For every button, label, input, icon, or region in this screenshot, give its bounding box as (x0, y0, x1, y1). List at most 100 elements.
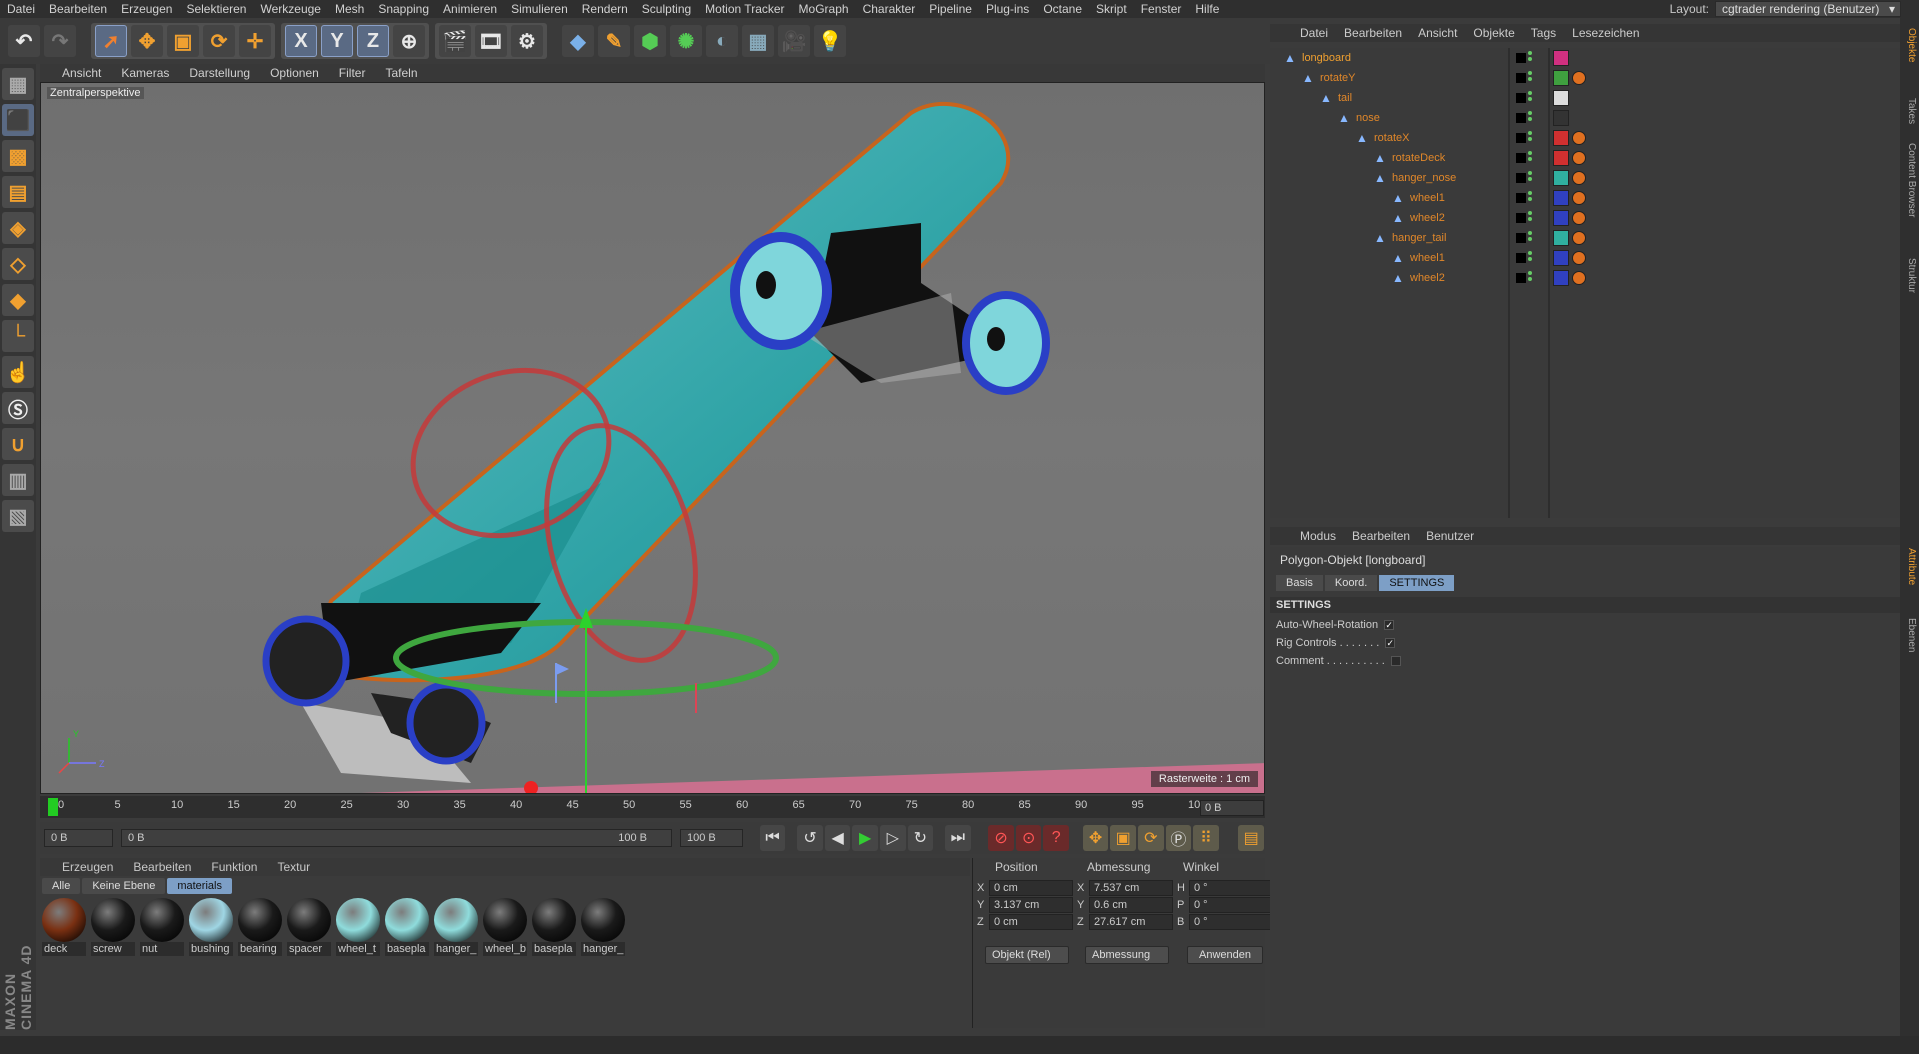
object-row[interactable]: ▲ longboard (1270, 48, 1900, 68)
material-item[interactable]: screw (91, 898, 135, 956)
viewport[interactable]: Y Z Zentralperspektive Rasterweite : 1 c… (40, 82, 1265, 794)
tweak-mode-icon[interactable]: ☝ (2, 356, 34, 388)
coordinate-system-icon[interactable]: ⊕ (393, 25, 425, 57)
layer-color-swatch[interactable] (1516, 93, 1526, 103)
next-keyframe-icon[interactable]: ↻ (907, 825, 934, 851)
redo-icon[interactable]: ↷ (44, 25, 76, 57)
material-item[interactable]: basepla (385, 898, 429, 956)
pen-icon[interactable]: ✎ (598, 25, 630, 57)
material-menu-textur[interactable]: Textur (267, 860, 320, 874)
object-menu-datei[interactable]: Datei (1292, 26, 1336, 40)
layer-color-swatch[interactable] (1516, 273, 1526, 283)
start-frame-field[interactable]: 0 B (44, 829, 113, 847)
material-tag[interactable] (1553, 90, 1569, 106)
play-icon[interactable]: ▶ (852, 825, 878, 851)
menu-selektieren[interactable]: Selektieren (179, 0, 253, 18)
material-item[interactable]: bushing (189, 898, 233, 956)
timeline-ruler[interactable]: 0 5 10 15 20 25 30 35 40 45 50 55 60 65 70 75 80 85 90 95 10… (40, 796, 1265, 818)
material-preview[interactable] (238, 898, 282, 942)
object-menu-lesezeichen[interactable]: Lesezeichen (1564, 26, 1647, 40)
layer-color-swatch[interactable] (1516, 53, 1526, 63)
right-tab-ebenen[interactable]: Ebenen (1902, 618, 1917, 652)
visibility-toggle[interactable] (1528, 231, 1534, 245)
material-tag[interactable] (1553, 150, 1569, 166)
next-frame-icon[interactable]: ▷ (879, 825, 906, 851)
material-preview[interactable] (91, 898, 135, 942)
keyframe-selection-icon[interactable]: ? (1043, 825, 1070, 851)
material-tab-keine-ebene[interactable]: Keine Ebene (82, 878, 166, 894)
layout-select[interactable]: cgtrader rendering (Benutzer) (1715, 1, 1901, 17)
visibility-toggle[interactable] (1528, 91, 1534, 105)
visibility-toggle[interactable] (1528, 131, 1534, 145)
material-item[interactable]: hanger_ (581, 898, 625, 956)
material-preview[interactable] (189, 898, 233, 942)
menu-motion-tracker[interactable]: Motion Tracker (698, 0, 791, 18)
material-menu-funktion[interactable]: Funktion (201, 860, 267, 874)
menu-erzeugen[interactable]: Erzeugen (114, 0, 179, 18)
object-row[interactable]: ▲ nose (1270, 108, 1900, 128)
object-row[interactable]: ▲ tail (1270, 88, 1900, 108)
apply-button[interactable]: Anwenden (1187, 946, 1263, 964)
attribute-checkbox[interactable]: ✓ (1385, 638, 1396, 648)
menu-snapping[interactable]: Snapping (371, 0, 436, 18)
material-tag[interactable] (1553, 230, 1569, 246)
render-picture-viewer-icon[interactable]: 🎞 (475, 25, 507, 57)
material-menu-bearbeiten[interactable]: Bearbeiten (123, 860, 201, 874)
layer-color-swatch[interactable] (1516, 133, 1526, 143)
axis-mode-icon[interactable]: └ (2, 320, 34, 352)
material-tab-materials[interactable]: materials (167, 878, 232, 894)
object-row[interactable]: ▲ hanger_nose (1270, 168, 1900, 188)
menu-skript[interactable]: Skript (1089, 0, 1134, 18)
object-row[interactable]: ▲ hanger_tail (1270, 228, 1900, 248)
material-tag[interactable] (1553, 50, 1569, 66)
material-preview[interactable] (385, 898, 429, 942)
attribute-tab-settings[interactable]: SETTINGS (1379, 575, 1455, 591)
expression-tag[interactable] (1572, 231, 1586, 245)
expression-tag[interactable] (1572, 71, 1586, 85)
make-editable-icon[interactable]: ▦ (2, 68, 34, 100)
layer-color-swatch[interactable] (1516, 213, 1526, 223)
material-item[interactable]: nut (140, 898, 184, 956)
position-y-field[interactable]: 3.137 cm (989, 897, 1073, 913)
object-menu-tags[interactable]: Tags (1523, 26, 1564, 40)
visibility-toggle[interactable] (1528, 171, 1534, 185)
viewport-menu-filter[interactable]: Filter (329, 66, 376, 80)
menu-animieren[interactable]: Animieren (436, 0, 504, 18)
material-item[interactable]: spacer (287, 898, 331, 956)
menu-fenster[interactable]: Fenster (1134, 0, 1189, 18)
menu-bearbeiten[interactable]: Bearbeiten (42, 0, 114, 18)
light-icon[interactable]: 💡 (814, 25, 846, 57)
attribute-tab-koord[interactable]: Koord. (1324, 575, 1378, 591)
menu-datei[interactable]: Datei (0, 0, 42, 18)
right-tab-takes[interactable]: Takes (1902, 98, 1917, 124)
camera-icon[interactable]: 🎥 (778, 25, 810, 57)
z-axis-lock-button[interactable]: Z (357, 25, 389, 57)
object-row[interactable]: ▲ rotateY (1270, 68, 1900, 88)
attribute-menu-modus[interactable]: Modus (1292, 529, 1344, 543)
menu-pipeline[interactable]: Pipeline (922, 0, 979, 18)
menu-sculpting[interactable]: Sculpting (635, 0, 698, 18)
material-preview[interactable] (581, 898, 625, 942)
go-to-end-icon[interactable]: ⏭ (944, 825, 971, 851)
object-row[interactable]: ▲ wheel1 (1270, 188, 1900, 208)
material-tag[interactable] (1553, 270, 1569, 286)
current-frame-field[interactable]: 0 B (1200, 800, 1264, 816)
material-tag[interactable] (1553, 190, 1569, 206)
edges-mode-icon[interactable]: ◇ (2, 248, 34, 280)
attribute-checkbox[interactable]: ✓ (1384, 620, 1395, 630)
viewport-menu-tafeln[interactable]: Tafeln (375, 66, 427, 80)
key-pla-icon[interactable]: ⠿ (1193, 825, 1219, 851)
material-tag[interactable] (1553, 110, 1569, 126)
end-frame-field[interactable]: 100 B (680, 829, 744, 847)
object-name[interactable]: hanger_tail (1392, 232, 1446, 244)
key-scale-icon[interactable]: ▣ (1110, 825, 1136, 851)
object-row[interactable]: ▲ wheel2 (1270, 208, 1900, 228)
visibility-toggle[interactable] (1528, 251, 1534, 265)
material-preview[interactable] (336, 898, 380, 942)
menu-werkzeuge[interactable]: Werkzeuge (253, 0, 327, 18)
material-preview[interactable] (287, 898, 331, 942)
right-tab-attribute[interactable]: Attribute (1902, 548, 1917, 585)
object-name[interactable]: rotateDeck (1392, 152, 1445, 164)
expression-tag[interactable] (1572, 211, 1586, 225)
timeline-window-icon[interactable]: ▤ (1238, 825, 1265, 851)
